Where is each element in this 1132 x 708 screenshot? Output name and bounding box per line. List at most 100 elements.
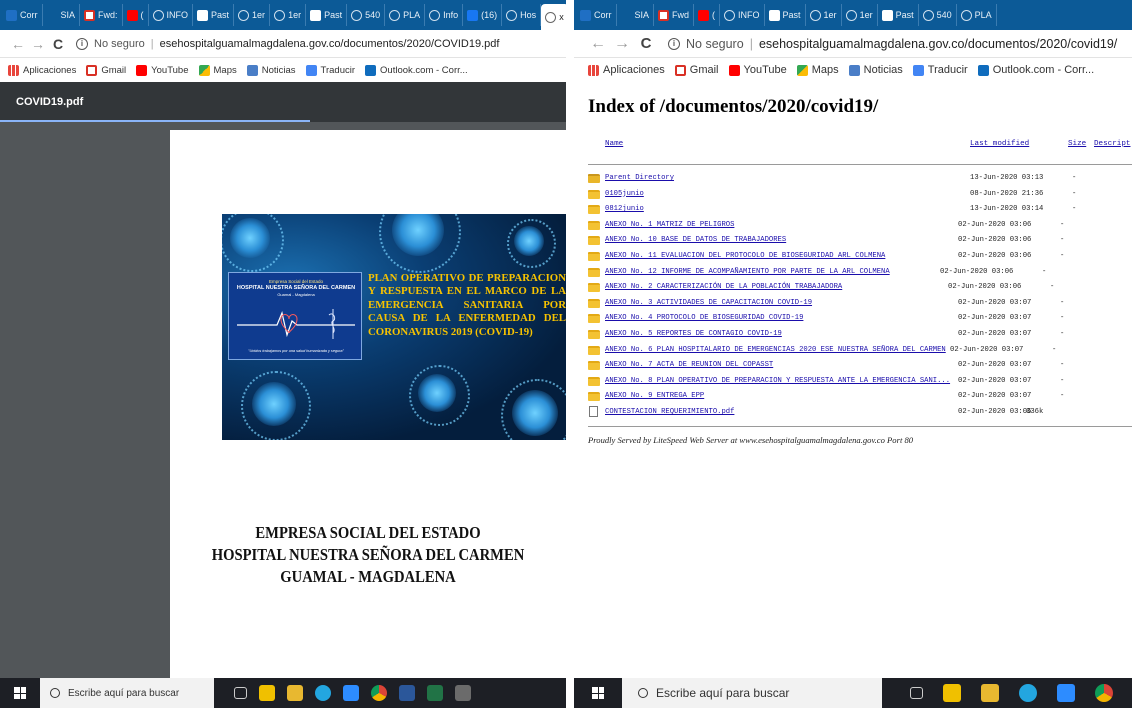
apps-grid-icon	[588, 64, 599, 76]
url-field[interactable]: esehospitalguamalmagdalena.gov.co/docume…	[160, 38, 500, 50]
file-link[interactable]: ANEXO No. 1 MATRIZ DE PELIGROS	[605, 221, 734, 229]
browser-tab[interactable]: 1er	[842, 4, 878, 26]
taskbar-search[interactable]: Escribe aquí para buscar	[622, 678, 882, 708]
calculator-icon[interactable]	[455, 685, 471, 701]
browser-tab[interactable]: Hos	[502, 4, 542, 26]
edge-icon[interactable]	[1019, 684, 1037, 702]
forward-arrow-icon[interactable]: →	[28, 36, 48, 52]
bookmark-outlook[interactable]: Outlook.com - Corr...	[365, 64, 468, 76]
browser-tab[interactable]: 1er	[270, 4, 307, 26]
file-explorer-icon[interactable]	[981, 684, 999, 702]
bookmark-youtube[interactable]: YouTube	[728, 64, 787, 76]
browser-tab[interactable]: SIA	[617, 4, 655, 26]
sort-by-size-link[interactable]: Size	[1068, 140, 1086, 148]
browser-tab[interactable]: PLA	[957, 4, 997, 26]
browser-tab[interactable]: Corr	[2, 4, 43, 26]
browser-tab[interactable]: 1er	[806, 4, 842, 26]
file-link[interactable]: ANEXO No. 4 PROTOCOLO DE BIOSEGURIDAD CO…	[605, 314, 803, 322]
sort-by-description-link[interactable]: Descript	[1094, 140, 1130, 148]
file-link[interactable]: ANEXO No. 10 BASE DE DATOS DE TRABAJADOR…	[605, 236, 786, 244]
chrome-icon[interactable]	[1095, 684, 1113, 702]
bookmark-maps[interactable]: Maps	[198, 64, 237, 76]
file-link[interactable]: ANEXO No. 2 CARACTERIZACIÓN DE LA POBLAC…	[605, 283, 842, 291]
word-icon[interactable]	[399, 685, 415, 701]
bookmark-apps[interactable]: Aplicaciones	[588, 64, 665, 76]
bookmark-maps[interactable]: Maps	[796, 64, 839, 76]
pdf-viewer[interactable]: Empresa Social del Estado HOSPITAL NUEST…	[0, 122, 566, 678]
info-icon[interactable]: i	[668, 37, 680, 50]
browser-tab[interactable]: Corr	[576, 4, 617, 26]
browser-tab[interactable]: INFO	[149, 4, 194, 26]
bookmark-gmail[interactable]: Gmail	[674, 64, 719, 76]
forward-arrow-icon[interactable]: →	[612, 35, 632, 53]
browser-tab[interactable]: (	[694, 4, 721, 26]
zoom-icon[interactable]	[343, 685, 359, 701]
file-link[interactable]: ANEXO No. 7 ACTA DE REUNION DEL COPASST	[605, 361, 773, 369]
pdf-page: Empresa Social del Estado HOSPITAL NUEST…	[170, 130, 566, 678]
browser-tab[interactable]: INFO	[720, 4, 765, 26]
browser-tab[interactable]: Info	[425, 4, 464, 26]
taskbar-search[interactable]: Escribe aquí para buscar	[40, 678, 214, 708]
file-link[interactable]: 0812junio	[605, 205, 644, 213]
browser-tab[interactable]: Past	[306, 4, 348, 26]
url-field[interactable]: esehospitalguamalmagdalena.gov.co/docume…	[759, 37, 1117, 51]
browser-tab[interactable]: Fwd:	[80, 4, 123, 26]
edge-icon[interactable]	[315, 685, 331, 701]
excel-icon[interactable]	[427, 685, 443, 701]
browser-tab[interactable]: (	[123, 4, 149, 26]
browser-tab[interactable]: 540	[347, 4, 386, 26]
windows-start-button[interactable]	[574, 678, 622, 708]
file-link[interactable]: Parent Directory	[605, 174, 674, 182]
reload-icon[interactable]: C	[636, 35, 656, 52]
globe-icon	[545, 11, 557, 23]
bookmark-traducir[interactable]: Traducir	[305, 64, 355, 76]
browser-tab[interactable]: 540	[919, 4, 957, 26]
bookmark-gmail[interactable]: Gmail	[86, 64, 126, 76]
windows-start-button[interactable]	[0, 678, 40, 708]
browser-tab[interactable]: Past	[878, 4, 919, 26]
bookmark-traducir[interactable]: Traducir	[912, 64, 968, 76]
tab-label: 1er	[252, 10, 266, 20]
browser-tab[interactable]: Fwd	[654, 4, 695, 26]
store-icon[interactable]	[943, 684, 961, 702]
chrome-icon[interactable]	[371, 685, 387, 701]
store-icon[interactable]	[259, 685, 275, 701]
browser-tab[interactable]: Past	[193, 4, 235, 26]
browser-tab[interactable]: SIA	[43, 4, 81, 26]
file-explorer-icon[interactable]	[287, 685, 303, 701]
sort-by-name-link[interactable]: Name	[605, 140, 623, 148]
tab-label: PLA	[974, 10, 992, 20]
folder-icon	[588, 236, 600, 246]
zoom-icon[interactable]	[1057, 684, 1075, 702]
file-link[interactable]: CONTESTACION REQUERIMIENTO.pdf	[605, 408, 734, 416]
file-link[interactable]: ANEXO No. 5 REPORTES DE CONTAGIO COVID-1…	[605, 330, 782, 338]
browser-tab[interactable]: 1er	[234, 4, 271, 26]
task-view-icon[interactable]	[234, 687, 247, 699]
file-link[interactable]: 0105junio	[605, 190, 644, 198]
sort-by-modified-link[interactable]: Last modified	[970, 140, 1029, 148]
bookmark-outlook[interactable]: Outlook.com - Corr...	[977, 64, 1094, 76]
file-link[interactable]: ANEXO No. 6 PLAN HOSPITALARIO DE EMERGEN…	[605, 346, 946, 354]
file-link[interactable]: ANEXO No. 11 EVALUACION DEL PROTOCOLO DE…	[605, 252, 885, 260]
back-arrow-icon[interactable]: ←	[588, 35, 608, 53]
browser-tab[interactable]: Past	[765, 4, 806, 26]
file-link[interactable]: ANEXO No. 12 INFORME DE ACOMPAÑAMIENTO P…	[605, 268, 890, 276]
bookmark-youtube[interactable]: YouTube	[136, 64, 189, 76]
file-link[interactable]: ANEXO No. 9 ENTREGA EPP	[605, 392, 704, 400]
file-link[interactable]: ANEXO No. 3 ACTIVIDADES DE CAPACITACION …	[605, 299, 812, 307]
task-view-icon[interactable]	[910, 687, 923, 699]
file-link[interactable]: ANEXO No. 8 PLAN OPERATIVO DE PREPARACIO…	[605, 377, 950, 385]
generic-icon	[621, 10, 632, 21]
back-arrow-icon[interactable]: ←	[8, 36, 28, 52]
tab-label: PLA	[403, 10, 421, 20]
table-row: ANEXO No. 10 BASE DE DATOS DE TRABAJADOR…	[574, 236, 1132, 250]
bookmark-noticias[interactable]: Noticias	[848, 64, 903, 76]
facebook-icon	[467, 9, 479, 21]
bookmark-noticias[interactable]: Noticias	[246, 64, 296, 76]
browser-tab[interactable]: (16)	[463, 4, 503, 26]
browser-tab[interactable]: PLA	[385, 4, 426, 26]
info-icon[interactable]: i	[76, 37, 88, 50]
reload-icon[interactable]: C	[48, 36, 68, 52]
browser-tab[interactable]: x	[541, 4, 566, 30]
bookmark-apps[interactable]: Aplicaciones	[8, 64, 76, 76]
